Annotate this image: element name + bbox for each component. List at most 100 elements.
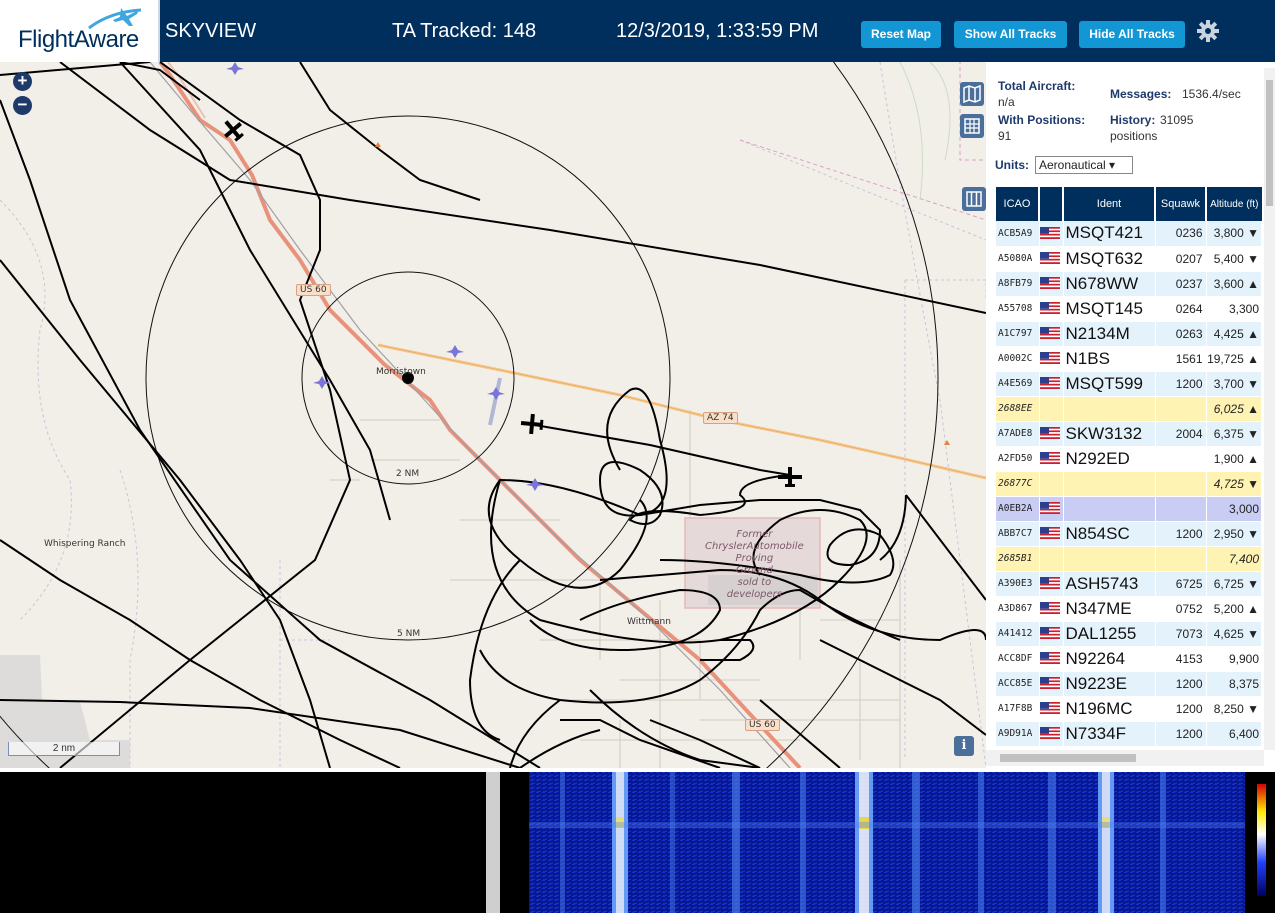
messages-label: Messages: [1110, 87, 1172, 101]
icao-cell: ACB5A9 [996, 221, 1040, 247]
map-icon [963, 84, 981, 104]
table-row[interactable]: ACB5A9 MSQT421 0236 3,800 ▼ [996, 221, 1262, 247]
horizontal-scroll-thumb[interactable] [1000, 754, 1136, 762]
flag-cell [1039, 596, 1064, 622]
flightaware-logo[interactable]: FlightAware [0, 0, 160, 62]
range-ring-label-5nm: 5 NM [397, 629, 421, 639]
altitude-cell: 6,025 ▲ [1206, 396, 1262, 422]
map-view[interactable]: Morristown Whispering Ranch Wittmann 2 N… [0, 62, 986, 768]
us-flag-icon [1039, 227, 1060, 240]
icao-cell: A9D91A [996, 721, 1040, 747]
flag-cell [1039, 571, 1064, 597]
table-row[interactable]: A41412 DAL1255 7073 4,625 ▼ [996, 621, 1262, 647]
table-row[interactable]: 2688EE 6,025 ▲ [996, 396, 1262, 422]
squawk-cell: 1200 [1155, 671, 1207, 697]
reset-map-button[interactable]: Reset Map [861, 21, 941, 48]
altitude-cell: 5,400 ▼ [1206, 246, 1262, 272]
flag-cell [1039, 521, 1064, 547]
units-label: Units: [995, 158, 1029, 172]
col-header-squawk[interactable]: Squawk [1155, 187, 1207, 221]
table-row[interactable]: A0EB2A 3,000 [996, 496, 1262, 522]
table-row[interactable]: ABB7C7 N854SC 1200 2,950 ▼ [996, 521, 1262, 547]
ident-cell: N292ED [1063, 446, 1156, 472]
icao-cell: ACC8DF [996, 646, 1040, 672]
info-button[interactable]: i [954, 736, 974, 756]
altitude-cell: 7,400 [1206, 546, 1262, 572]
col-header-flag[interactable] [1039, 187, 1064, 221]
flag-cell [1039, 346, 1064, 372]
ident-cell: SKW3132 [1063, 421, 1156, 447]
hide-all-tracks-button[interactable]: Hide All Tracks [1079, 21, 1185, 48]
road-shield-us60-south: US 60 [745, 719, 780, 731]
total-aircraft-value: n/a [998, 95, 1015, 109]
table-row[interactable]: ACC85E N9223E 1200 8,375 [996, 671, 1262, 697]
icao-cell: A55708 [996, 296, 1040, 322]
flag-cell [1039, 746, 1064, 747]
aircraft-table-container[interactable]: ICAO Ident Squawk Altitude (ft) ACB5A9 MS… [996, 187, 1262, 747]
table-row[interactable]: A4E569 MSQT599 1200 3,700 ▼ [996, 371, 1262, 397]
flag-cell [1039, 546, 1064, 572]
spectrum-waterfall [500, 772, 1275, 913]
squawk-cell [1155, 546, 1207, 572]
grid-toggle-button[interactable] [960, 114, 984, 138]
flag-cell [1039, 246, 1064, 272]
ident-cell: N1BS [1063, 346, 1156, 372]
history-value: 31095 [1160, 113, 1194, 127]
altitude-cell: 4,725 ▼ [1206, 471, 1262, 497]
table-row[interactable]: ACC8DF N92264 4153 9,900 [996, 646, 1262, 672]
table-row[interactable]: A3D867 N347ME 0752 5,200 ▲ [996, 596, 1262, 622]
top-bar: FlightAware SKYVIEW TA Tracked: 148 12/3… [0, 0, 1275, 62]
us-flag-icon [1039, 702, 1060, 715]
ident-cell: DAL1255 [1063, 621, 1156, 647]
table-row[interactable]: 2685B1 7,400 [996, 546, 1262, 572]
us-flag-icon [1039, 352, 1060, 365]
col-header-ident[interactable]: Ident [1063, 187, 1156, 221]
flag-cell [1039, 496, 1064, 522]
squawk-cell: 0236 [1155, 221, 1207, 247]
squawk-cell [1155, 446, 1207, 472]
zoom-out-button[interactable]: − [13, 96, 32, 115]
us-flag-icon [1039, 327, 1060, 340]
vertical-scroll-thumb[interactable] [1266, 80, 1273, 206]
us-flag-icon [1039, 677, 1060, 690]
show-all-tracks-button[interactable]: Show All Tracks [954, 21, 1067, 48]
table-row[interactable]: A0002C N1BS 1561 19,725 ▲ [996, 346, 1262, 372]
column-select-button[interactable] [962, 187, 986, 211]
icao-cell: A0002C [996, 346, 1040, 372]
ident-cell: N678WW [1063, 271, 1156, 297]
table-row[interactable]: A8FB79 N678WW 0237 3,600 ▲ [996, 271, 1262, 297]
map-layers-button[interactable] [960, 82, 984, 106]
icao-cell: A17F8B [996, 696, 1040, 722]
table-row[interactable]: A2FD50 N292ED 1,900 ▲ [996, 446, 1262, 472]
table-row[interactable]: 26877C 4,725 ▼ [996, 471, 1262, 497]
units-dropdown[interactable]: Aeronautical ▾ [1035, 156, 1133, 174]
panel-vertical-scrollbar[interactable] [1264, 68, 1275, 750]
altitude-cell: 6,400 [1206, 721, 1262, 747]
table-row[interactable]: A55708 MSQT145 0264 3,300 [996, 296, 1262, 322]
zoom-in-button[interactable]: + [13, 72, 32, 91]
squawk-cell [1155, 396, 1207, 422]
icao-cell: A1C797 [996, 321, 1040, 347]
history-label: History: [1110, 113, 1156, 127]
total-aircraft-label: Total Aircraft: [998, 79, 1076, 93]
panel-horizontal-scrollbar[interactable] [986, 750, 1264, 766]
table-row[interactable]: A7ADE8 SKW3132 2004 6,375 ▼ [996, 421, 1262, 447]
logo-text: FlightAware [18, 26, 139, 53]
col-header-altitude[interactable]: Altitude (ft) [1206, 187, 1262, 221]
map-canvas [0, 62, 986, 768]
pane-divider[interactable] [486, 772, 500, 913]
ident-cell: N92264 [1063, 646, 1156, 672]
columns-icon [966, 191, 982, 207]
icao-cell: 2688EE [996, 396, 1040, 422]
col-header-icao[interactable]: ICAO [996, 187, 1040, 221]
table-row[interactable]: A17F8B N196MC 1200 8,250 ▼ [996, 696, 1262, 722]
table-row[interactable]: A1C797 N2134M 0263 4,425 ▲ [996, 321, 1262, 347]
ident-cell [1063, 546, 1156, 572]
gear-icon[interactable] [1196, 19, 1220, 43]
flag-cell [1039, 646, 1064, 672]
table-row[interactable]: A390E3 ASH5743 6725 6,725 ▼ [996, 571, 1262, 597]
table-row[interactable]: AB0EFA N811VM42535,700 ▼ [996, 746, 1262, 747]
table-row[interactable]: A5080A MSQT632 0207 5,400 ▼ [996, 246, 1262, 272]
aircraft-panel: Total Aircraft: n/a Messages: 1536.4/sec… [986, 62, 1275, 768]
table-row[interactable]: A9D91A N7334F 1200 6,400 [996, 721, 1262, 747]
